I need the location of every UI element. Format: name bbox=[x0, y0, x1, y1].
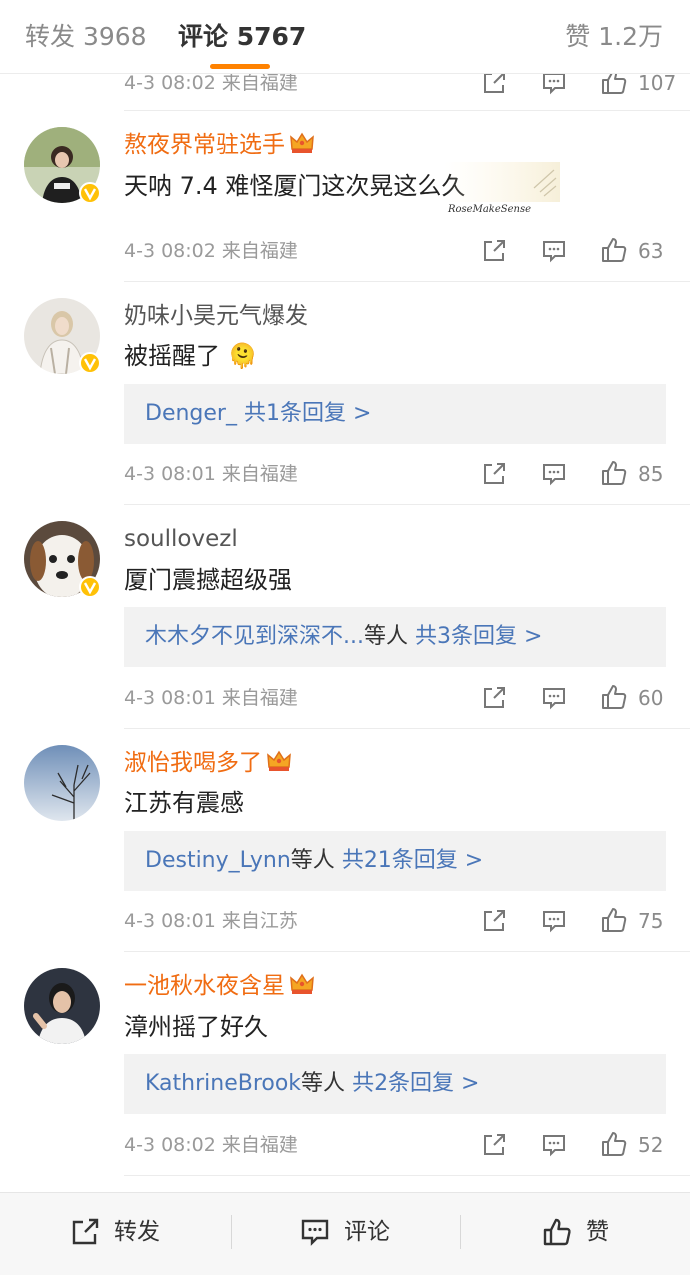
share-icon bbox=[70, 1217, 100, 1247]
repost-label: 转发 bbox=[114, 1219, 160, 1245]
separator bbox=[231, 1215, 232, 1249]
divider bbox=[124, 951, 690, 952]
comment-meta: 4-3 08:01 来自福建 60 bbox=[124, 683, 666, 713]
thumbs-up-icon[interactable] bbox=[600, 906, 628, 934]
username[interactable]: 淑怡我喝多了 bbox=[124, 748, 292, 778]
divider bbox=[124, 504, 690, 505]
comment-time: 4-3 08:01 来自福建 bbox=[124, 687, 298, 709]
thumbs-up-icon bbox=[542, 1217, 572, 1247]
crown-icon bbox=[266, 749, 292, 773]
tab-bar: 转发 3968 评论 5767 赞 1.2万 bbox=[0, 0, 690, 74]
reply-user-link[interactable]: Denger_ bbox=[145, 401, 237, 426]
share-icon[interactable] bbox=[481, 1132, 507, 1158]
separator bbox=[460, 1215, 461, 1249]
verified-badge-icon bbox=[79, 352, 101, 374]
reply-user-link[interactable]: Destiny_Lynn bbox=[145, 848, 291, 873]
reply-summary[interactable]: Denger_ 共1条回复 > bbox=[124, 384, 666, 444]
comment-label: 评论 bbox=[344, 1219, 390, 1245]
comment-icon[interactable] bbox=[541, 238, 567, 264]
username[interactable]: 熬夜界常驻选手 bbox=[124, 130, 315, 160]
comment-icon[interactable] bbox=[541, 461, 567, 487]
comment-icon[interactable] bbox=[541, 1132, 567, 1158]
tab-comment[interactable]: 评论 5767 bbox=[178, 20, 306, 54]
comment-icon bbox=[300, 1217, 330, 1247]
comment-meta: 4-3 08:01 来自福建 85 bbox=[124, 459, 666, 489]
comment-meta: 4-3 08:02 来自福建 52 bbox=[124, 1130, 666, 1160]
like-count: 52 bbox=[638, 1133, 664, 1157]
thumbs-up-icon[interactable] bbox=[600, 683, 628, 711]
divider bbox=[124, 728, 690, 729]
reply-count-link[interactable]: 共2条回复 > bbox=[352, 1071, 479, 1096]
verified-badge-icon bbox=[79, 576, 101, 598]
like-label: 赞 bbox=[586, 1219, 609, 1245]
thumbs-up-icon[interactable] bbox=[600, 1130, 628, 1158]
reply-count-link[interactable]: 共3条回复 > bbox=[415, 624, 542, 649]
reply-summary[interactable]: Destiny_Lynn等人 共21条回复 > bbox=[124, 831, 666, 891]
comment-icon[interactable] bbox=[541, 908, 567, 934]
avatar[interactable] bbox=[24, 745, 100, 821]
comment-text: 江苏有震感 bbox=[124, 789, 244, 817]
reply-user-link[interactable]: 木木夕不见到深深不... bbox=[145, 624, 364, 649]
like-count: 85 bbox=[638, 462, 664, 486]
thumbs-up-icon[interactable] bbox=[600, 459, 628, 487]
username[interactable]: 奶味小昊元气爆发 bbox=[124, 301, 308, 331]
like-button[interactable]: 赞 bbox=[542, 1215, 622, 1249]
like-count: 60 bbox=[638, 686, 664, 710]
like-count: 75 bbox=[638, 909, 664, 933]
reply-summary[interactable]: 木木夕不见到深深不...等人 共3条回复 > bbox=[124, 607, 666, 667]
divider bbox=[124, 1175, 690, 1176]
comment-time: 4-3 08:02 来自福建 bbox=[124, 1134, 298, 1156]
crown-icon bbox=[289, 972, 315, 996]
comment-text: 漳州摇了好久 bbox=[124, 1013, 268, 1041]
bottom-action-bar: 转发 评论 赞 bbox=[0, 1192, 690, 1275]
comment-text: 厦门震撼超级强 bbox=[124, 566, 292, 594]
comment-icon[interactable] bbox=[541, 685, 567, 711]
reply-summary[interactable]: KathrineBrook等人 共2条回复 > bbox=[124, 1054, 666, 1114]
svg-text:RoseMakeSense: RoseMakeSense bbox=[447, 204, 531, 215]
like-count: 63 bbox=[638, 239, 664, 263]
comment-button[interactable]: 评论 bbox=[300, 1215, 400, 1249]
share-icon[interactable] bbox=[481, 908, 507, 934]
comment-text: 天呐 7.4 难怪厦门这次晃这么久 bbox=[124, 172, 466, 200]
username[interactable]: soullovezl bbox=[124, 524, 238, 554]
emoji: 🫠 bbox=[227, 342, 258, 370]
comment-time: 4-3 08:01 来自福建 bbox=[124, 463, 298, 485]
share-icon[interactable] bbox=[481, 685, 507, 711]
divider bbox=[124, 281, 690, 282]
comment-text: 被摇醒了 🫠 bbox=[124, 342, 258, 370]
comment-meta: 4-3 08:02 来自福建 63 bbox=[124, 236, 666, 266]
comment-meta: 4-3 08:01 来自江苏 75 bbox=[124, 906, 666, 936]
divider bbox=[124, 110, 690, 111]
crown-icon bbox=[289, 131, 315, 155]
verified-badge-icon bbox=[79, 182, 101, 204]
comment-time: 4-3 08:02 来自福建 bbox=[124, 240, 298, 262]
active-tab-indicator bbox=[210, 64, 270, 69]
username[interactable]: 一池秋水夜含星 bbox=[124, 971, 315, 1001]
reply-count-link[interactable]: 共21条回复 > bbox=[342, 848, 483, 873]
thumbs-up-icon[interactable] bbox=[600, 236, 628, 264]
reply-count-link[interactable]: 共1条回复 > bbox=[244, 401, 371, 426]
comment-time: 4-3 08:01 来自江苏 bbox=[124, 910, 298, 932]
share-icon[interactable] bbox=[481, 461, 507, 487]
reply-user-link[interactable]: KathrineBrook bbox=[145, 1071, 301, 1096]
tab-likes[interactable]: 赞 1.2万 bbox=[565, 20, 663, 54]
tab-repost[interactable]: 转发 3968 bbox=[25, 20, 147, 54]
repost-button[interactable]: 转发 bbox=[70, 1215, 170, 1249]
avatar[interactable] bbox=[24, 968, 100, 1044]
share-icon[interactable] bbox=[481, 238, 507, 264]
sticker-image: RoseMakeSense bbox=[444, 158, 560, 218]
